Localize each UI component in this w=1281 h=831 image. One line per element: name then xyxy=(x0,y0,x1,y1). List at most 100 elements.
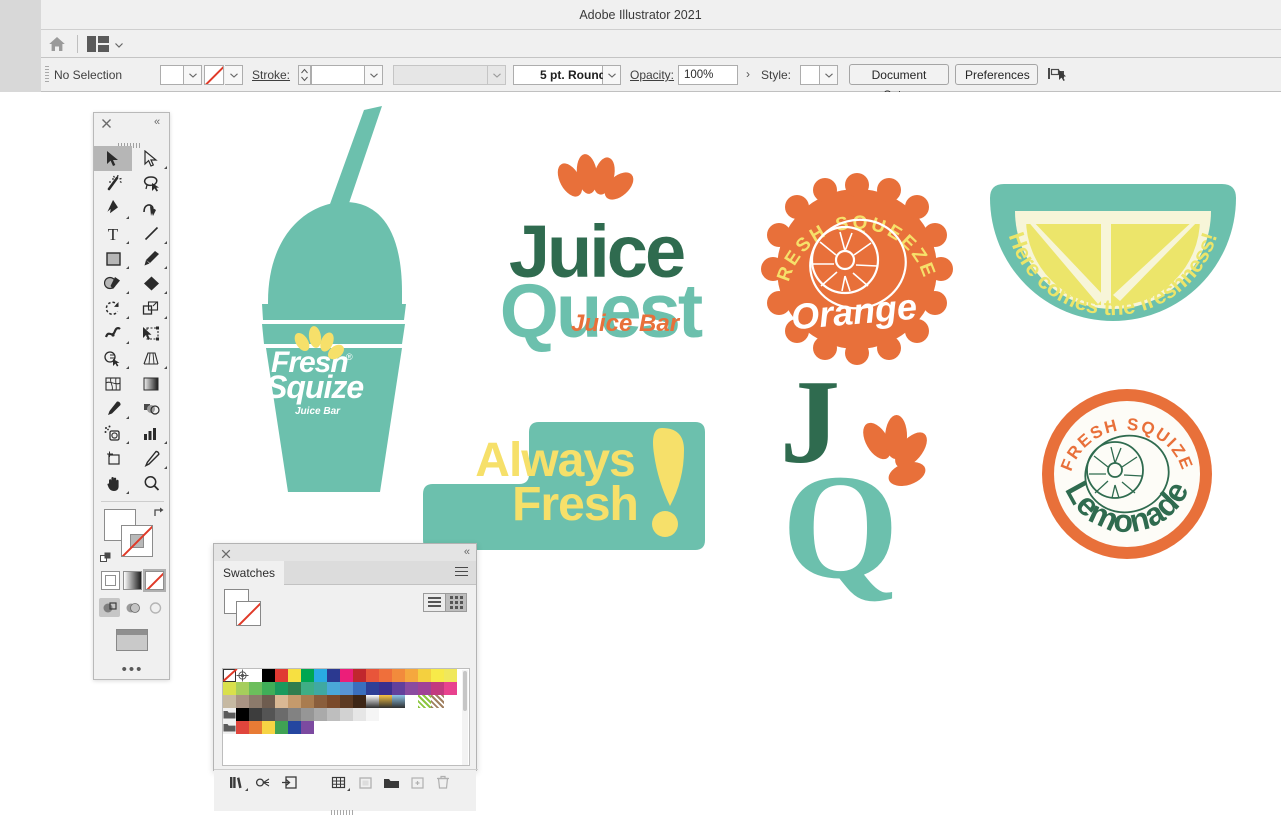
swatch-color[interactable] xyxy=(249,721,262,734)
swatch-color[interactable] xyxy=(353,708,366,721)
swatch-color[interactable] xyxy=(301,682,314,695)
swatch-color[interactable] xyxy=(288,695,301,708)
swatch-color[interactable] xyxy=(327,708,340,721)
double-chevron-left-icon[interactable]: « xyxy=(464,546,470,558)
swatch-color[interactable] xyxy=(288,721,301,734)
blend-tool[interactable] xyxy=(132,396,170,421)
home-icon[interactable] xyxy=(47,34,67,54)
variable-width-profile-field[interactable] xyxy=(393,65,488,85)
draw-normal-icon[interactable] xyxy=(99,598,120,617)
brush-definition-field[interactable]: 5 pt. Round xyxy=(513,65,603,85)
swatch-color[interactable] xyxy=(236,721,249,734)
swatch-color[interactable] xyxy=(301,708,314,721)
preferences-button[interactable]: Preferences xyxy=(955,64,1038,85)
swatch-color[interactable] xyxy=(353,695,366,708)
swatch-color[interactable] xyxy=(223,695,236,708)
swatches-stroke-proxy[interactable] xyxy=(236,601,261,626)
close-icon[interactable] xyxy=(220,547,232,559)
swatch-options-grid-icon[interactable] xyxy=(326,772,352,794)
swatch-color[interactable] xyxy=(366,682,379,695)
swatch-color[interactable] xyxy=(314,682,327,695)
edit-toolbar-ellipsis-icon[interactable]: ••• xyxy=(94,661,171,678)
swatch-folder[interactable] xyxy=(223,708,236,721)
swatch-color[interactable] xyxy=(262,669,275,682)
swatches-scrollbar[interactable] xyxy=(462,670,468,766)
swatch-color[interactable] xyxy=(353,682,366,695)
swatch-color[interactable] xyxy=(340,695,353,708)
none-icon[interactable] xyxy=(145,571,164,590)
stroke-swatch-chevron-down-icon[interactable] xyxy=(225,65,243,85)
pen-tool[interactable] xyxy=(94,196,132,221)
swatch-color[interactable] xyxy=(366,669,379,682)
slice-tool[interactable] xyxy=(132,446,170,471)
chevron-down-icon[interactable] xyxy=(113,38,125,50)
swatch-color[interactable] xyxy=(262,682,275,695)
variable-width-chevron-down-icon[interactable] xyxy=(488,65,506,85)
stroke-color-proxy[interactable] xyxy=(121,525,153,557)
shaper-tool[interactable] xyxy=(94,271,132,296)
swatch-none[interactable] xyxy=(223,669,236,682)
column-graph-tool[interactable] xyxy=(132,421,170,446)
swatch-color[interactable] xyxy=(275,669,288,682)
stroke-weight-stepper[interactable] xyxy=(298,65,311,85)
tab-swatches[interactable]: Swatches xyxy=(214,561,284,585)
default-fill-stroke-icon[interactable] xyxy=(100,552,113,565)
list-view-icon[interactable] xyxy=(423,593,445,612)
swatch-gradient[interactable] xyxy=(366,695,379,708)
swatch-color[interactable] xyxy=(223,682,236,695)
swatch-color[interactable] xyxy=(262,721,275,734)
direct-selection-tool[interactable] xyxy=(132,146,170,171)
paintbrush-tool[interactable] xyxy=(132,246,170,271)
magic-wand-tool[interactable] xyxy=(94,171,132,196)
drag-grip-icon[interactable] xyxy=(118,135,146,141)
swatch-color[interactable] xyxy=(236,682,249,695)
swatch-color[interactable] xyxy=(327,695,340,708)
gradient-tool[interactable] xyxy=(132,371,170,396)
eyedropper-tool[interactable] xyxy=(94,396,132,421)
swatch-color[interactable] xyxy=(275,695,288,708)
draw-inside-icon[interactable] xyxy=(145,598,166,617)
stroke-color-swatch[interactable] xyxy=(204,65,224,85)
arrange-documents-icon[interactable] xyxy=(87,36,109,52)
swatch-color[interactable] xyxy=(340,669,353,682)
style-chevron-down-icon[interactable] xyxy=(820,65,838,85)
swatch-color[interactable] xyxy=(379,682,392,695)
document-setup-button[interactable]: Document Setup xyxy=(849,64,949,85)
swatch-color[interactable] xyxy=(301,695,314,708)
line-segment-tool[interactable] xyxy=(132,221,170,246)
perspective-grid-tool[interactable] xyxy=(132,346,170,371)
swatch-color[interactable] xyxy=(249,695,262,708)
free-transform-tool[interactable] xyxy=(132,321,170,346)
swatch-color[interactable] xyxy=(444,682,457,695)
panel-menu-icon[interactable] xyxy=(455,567,468,579)
width-tool[interactable] xyxy=(94,321,132,346)
type-tool[interactable]: T xyxy=(94,221,132,246)
swatch-color[interactable] xyxy=(405,669,418,682)
artboard-tool[interactable] xyxy=(94,446,132,471)
swatch-color[interactable] xyxy=(418,682,431,695)
graphic-style-swatch[interactable] xyxy=(800,65,820,85)
swatch-color[interactable] xyxy=(314,695,327,708)
opacity-input[interactable]: 100% xyxy=(678,65,738,85)
swatch-color[interactable] xyxy=(288,669,301,682)
selection-tool[interactable] xyxy=(94,146,132,171)
double-chevron-left-icon[interactable]: « xyxy=(150,117,164,129)
change-screen-mode-button[interactable] xyxy=(116,629,148,651)
swatch-pattern[interactable] xyxy=(405,695,418,708)
swatch-color[interactable] xyxy=(236,695,249,708)
rectangle-tool[interactable] xyxy=(94,246,132,271)
swatch-gradient[interactable] xyxy=(379,695,392,708)
symbol-sprayer-tool[interactable] xyxy=(94,421,132,446)
swap-fill-stroke-icon[interactable] xyxy=(152,506,165,519)
mesh-tool[interactable] xyxy=(94,371,132,396)
shape-builder-tool[interactable] xyxy=(94,346,132,371)
stroke-weight-input[interactable] xyxy=(311,65,365,85)
fill-color-swatch[interactable] xyxy=(160,65,184,85)
color-group-link-icon[interactable] xyxy=(250,772,276,794)
trash-icon[interactable] xyxy=(430,772,456,794)
swatch-color[interactable] xyxy=(444,669,457,682)
folder-icon[interactable] xyxy=(378,772,404,794)
swatch-color[interactable] xyxy=(288,708,301,721)
draw-behind-icon[interactable] xyxy=(122,598,143,617)
swatch-color[interactable] xyxy=(405,682,418,695)
